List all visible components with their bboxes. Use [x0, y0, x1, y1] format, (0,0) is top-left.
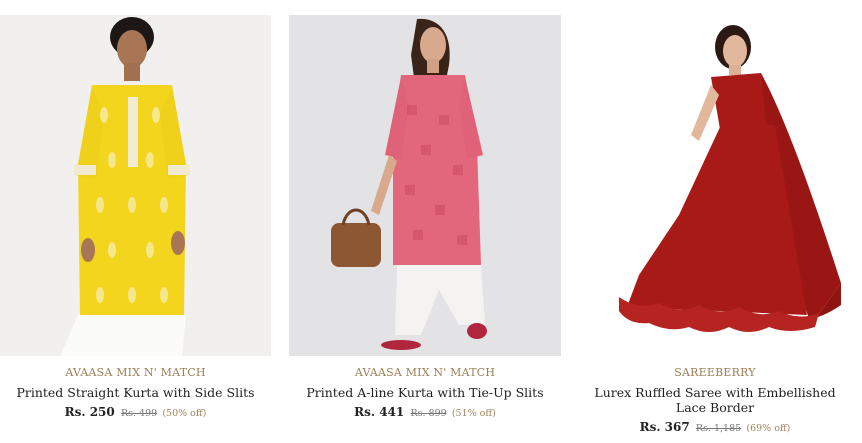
product-name[interactable]: Lurex Ruffled Saree with Embellished Lac…	[579, 385, 851, 415]
product-grid: AVAASA MIX N' MATCH Printed Straight Kur…	[0, 0, 862, 443]
product-discount: (50% off)	[162, 408, 207, 419]
product-image[interactable]	[0, 15, 271, 356]
product-card[interactable]: AVAASA MIX N' MATCH Printed A-line Kurta…	[289, 15, 561, 421]
product-name[interactable]: Printed A-line Kurta with Tie-Up Slits	[289, 385, 561, 400]
product-brand[interactable]: SAREEBERRY	[579, 366, 851, 380]
product-card[interactable]: SAREEBERRY Lurex Ruffled Saree with Embe…	[579, 15, 851, 436]
product-discount: (51% off)	[451, 408, 496, 419]
product-mrp: Rs. 1,185	[695, 423, 742, 434]
product-image[interactable]	[579, 15, 851, 356]
price-row: Rs. 250 Rs. 499 (50% off)	[0, 405, 271, 421]
product-card[interactable]: AVAASA MIX N' MATCH Printed Straight Kur…	[0, 15, 271, 421]
product-name[interactable]: Printed Straight Kurta with Side Slits	[0, 385, 271, 400]
product-discount: (69% off)	[746, 423, 791, 434]
product-mrp: Rs. 499	[120, 408, 158, 419]
product-image[interactable]	[289, 15, 561, 356]
price-row: Rs. 367 Rs. 1,185 (69% off)	[579, 420, 851, 436]
product-price: Rs. 250	[64, 405, 115, 419]
product-mrp: Rs. 899	[410, 408, 447, 419]
price-row: Rs. 441 Rs. 899 (51% off)	[289, 405, 561, 421]
product-price: Rs. 367	[639, 420, 690, 434]
product-brand[interactable]: AVAASA MIX N' MATCH	[0, 366, 271, 380]
product-brand[interactable]: AVAASA MIX N' MATCH	[289, 366, 561, 380]
product-price: Rs. 441	[354, 405, 405, 419]
